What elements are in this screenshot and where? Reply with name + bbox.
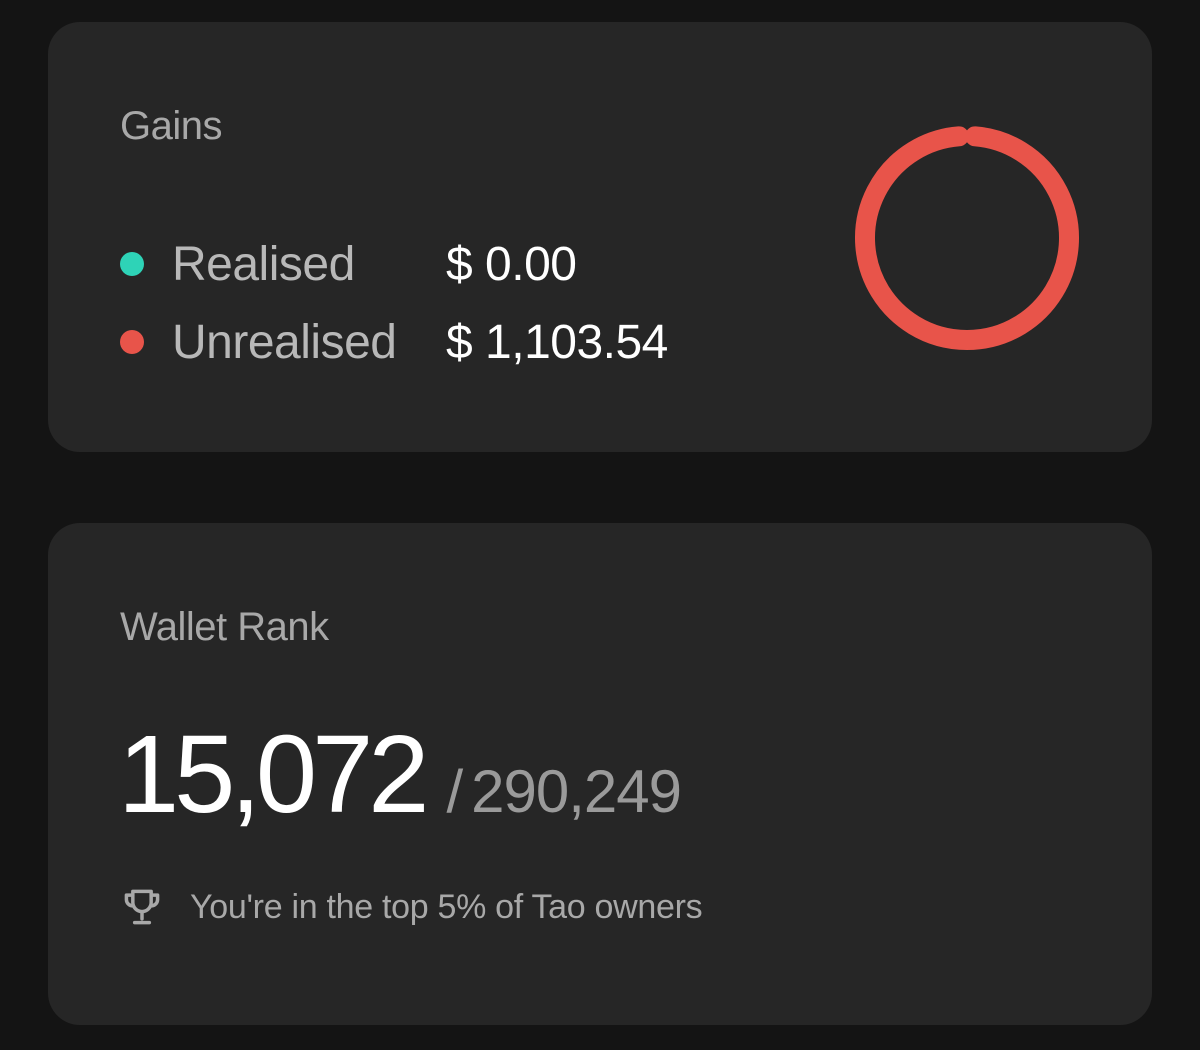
- legend-row-realised: Realised $ 0.00: [120, 234, 577, 294]
- donut-slice-unrealised: [855, 126, 1079, 350]
- trophy-icon: [124, 889, 160, 925]
- rank-total: 290,249: [471, 758, 682, 825]
- unrealised-value: $ 1,103.54: [446, 315, 668, 369]
- gains-title: Gains: [120, 104, 223, 148]
- wallet-rank-card: Wallet Rank 15,072 / 290,249 You're in t…: [48, 523, 1152, 1025]
- rank-value: 15,072: [118, 713, 429, 836]
- legend-row-unrealised: Unrealised $ 1,103.54: [120, 312, 668, 372]
- rank-line: 15,072 / 290,249: [118, 711, 682, 838]
- rank-note: You're in the top 5% of Tao owners: [120, 885, 703, 929]
- unrealised-label: Unrealised: [172, 315, 397, 369]
- gains-card: Gains Realised $ 0.00 Unrealised $ 1,103…: [48, 22, 1152, 452]
- rank-separator: /: [446, 758, 464, 825]
- realised-value: $ 0.00: [446, 237, 577, 291]
- wallet-rank-title: Wallet Rank: [120, 605, 329, 649]
- unrealised-dot-icon: [120, 330, 144, 354]
- gains-donut-chart: [855, 126, 1079, 350]
- realised-dot-icon: [120, 252, 144, 276]
- rank-note-text: You're in the top 5% of Tao owners: [190, 887, 703, 926]
- realised-label: Realised: [172, 237, 355, 291]
